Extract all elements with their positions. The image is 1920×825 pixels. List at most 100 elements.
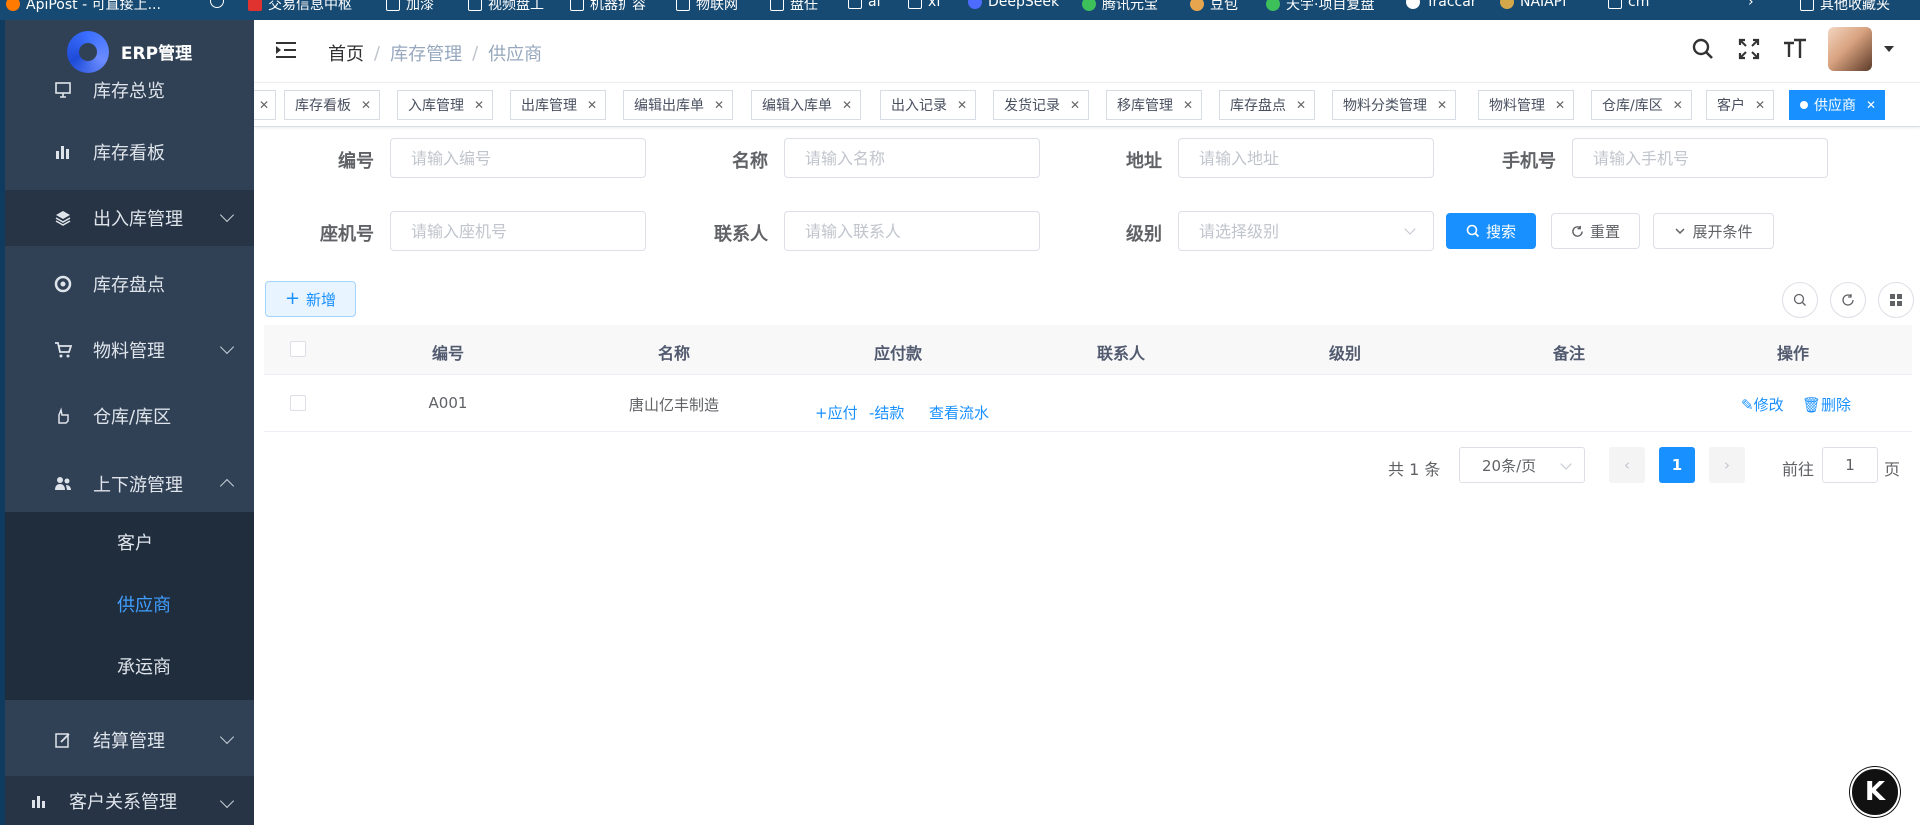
bookmark-item[interactable]: NAIAPI [1500, 0, 1566, 10]
tag-item[interactable]: 库存看板 ✕ [284, 90, 381, 120]
name-input[interactable] [784, 138, 1040, 178]
bookmark-item[interactable]: 交易信息中枢 [248, 0, 352, 14]
tag-item[interactable]: 库存盘点 ✕ [1219, 90, 1316, 120]
row-checkbox[interactable] [290, 395, 306, 411]
code-input[interactable] [390, 138, 646, 178]
sidebar-item-stocktaking[interactable]: 库存盘点 [5, 256, 254, 312]
page-number-button[interactable]: 1 [1659, 447, 1695, 483]
floating-k-button[interactable]: K [1850, 767, 1900, 817]
sidebar-subitem-customer[interactable]: 客户 [5, 512, 254, 572]
toggle-search-icon[interactable] [1782, 282, 1818, 318]
tag-item[interactable]: ✕ [254, 90, 276, 120]
edit-link[interactable]: ✎修改 [1741, 394, 1784, 415]
address-input[interactable] [1178, 138, 1434, 178]
tag-item[interactable]: 物料分类管理 ✕ [1332, 90, 1457, 120]
avatar[interactable] [1828, 27, 1872, 71]
close-icon[interactable]: ✕ [1555, 98, 1565, 112]
bookmark-item[interactable]: Traccar [1406, 0, 1477, 10]
tag-item-active[interactable]: 供应商 ✕ [1789, 90, 1886, 120]
close-icon[interactable]: ✕ [259, 98, 269, 112]
bookmark-item[interactable]: 盘任 [770, 0, 818, 14]
sidebar-item-settlement[interactable]: 结算管理 [5, 712, 254, 768]
tag-item[interactable]: 出库管理 ✕ [510, 90, 607, 120]
tag-item[interactable]: 物料管理 ✕ [1478, 90, 1575, 120]
sidebar-item-warehouse[interactable]: 仓库/库区 [5, 388, 254, 444]
search-icon[interactable] [1690, 36, 1716, 62]
close-icon[interactable]: ✕ [714, 98, 724, 112]
sidebar-item-inventory-overview[interactable]: 库存总览 [5, 62, 254, 118]
expand-conditions-button[interactable]: 展开条件 [1653, 213, 1774, 249]
close-icon[interactable]: ✕ [1755, 98, 1765, 112]
prev-page-button[interactable]: ‹ [1609, 447, 1645, 483]
chevron-down-icon [219, 339, 235, 355]
bookmark-item[interactable]: DeepSeek [968, 0, 1059, 10]
phone-input[interactable] [390, 211, 646, 251]
breadcrumb: 首页 / 库存管理 / 供应商 [328, 40, 542, 66]
bookmark-item[interactable]: ApiPost - 可直接上... [6, 0, 161, 14]
bookmark-item[interactable]: 腾讯元宝 [1082, 0, 1158, 14]
columns-grid-icon[interactable] [1878, 282, 1914, 318]
view-flow-link[interactable]: 查看流水 [929, 402, 989, 423]
close-icon[interactable]: ✕ [1437, 98, 1447, 112]
bookmark-item[interactable]: 豆包 [1190, 0, 1238, 14]
search-button[interactable]: 搜索 [1446, 213, 1536, 249]
bookmark-item[interactable]: 机器扩容 [570, 0, 646, 14]
close-icon[interactable]: ✕ [587, 98, 597, 112]
delete-link[interactable]: 🗑删除 [1802, 394, 1851, 415]
level-select[interactable] [1178, 211, 1434, 251]
sidebar-item-stock-in-out[interactable]: 出入库管理 [5, 190, 254, 246]
bookmark-item[interactable]: cm [1608, 0, 1649, 10]
bookmark-item[interactable]: 视频盘工 [468, 0, 544, 14]
edit-icon [53, 730, 73, 750]
settle-link[interactable]: -结款 [869, 402, 904, 423]
next-page-button[interactable]: › [1709, 447, 1745, 483]
tag-item[interactable]: 编辑入库单 ✕ [751, 90, 862, 120]
column-header: 操作 [1776, 344, 1810, 363]
tag-item[interactable]: 客户 ✕ [1706, 90, 1775, 120]
sidebar-item-inventory-board[interactable]: 库存看板 [5, 124, 254, 180]
close-icon[interactable]: ✕ [1673, 98, 1683, 112]
bookmark-item[interactable]: 其他收藏夹 [1800, 0, 1890, 14]
close-icon[interactable]: ✕ [1296, 98, 1306, 112]
bookmark-item[interactable]: xf [908, 0, 941, 10]
select-all-checkbox[interactable] [290, 341, 306, 357]
close-icon[interactable]: ✕ [1070, 98, 1080, 112]
add-payable-link[interactable]: +应付 [815, 402, 858, 423]
page-jump-input[interactable]: 1 [1822, 447, 1878, 483]
add-button[interactable]: + 新增 [265, 281, 356, 317]
bookmark-item[interactable]: ai [848, 0, 880, 10]
close-icon[interactable]: ✕ [1866, 98, 1876, 112]
contact-input[interactable] [784, 211, 1040, 251]
tag-item[interactable]: 移库管理 ✕ [1106, 90, 1203, 120]
close-icon[interactable]: ✕ [842, 98, 852, 112]
breadcrumb-home[interactable]: 首页 [328, 40, 364, 66]
bookmark-item[interactable]: 天宇·项目复盘 [1266, 0, 1374, 14]
tag-item[interactable]: 仓库/库区 ✕ [1591, 90, 1692, 120]
page-size-select[interactable]: 20条/页 [1459, 447, 1585, 483]
mobile-input[interactable] [1572, 138, 1828, 178]
tag-item[interactable]: 编辑出库单 ✕ [623, 90, 734, 120]
tag-item[interactable]: 出入记录 ✕ [880, 90, 977, 120]
globe-icon [210, 0, 224, 8]
sidebar-subitem-supplier[interactable]: 供应商 [5, 574, 254, 634]
bookmark-item[interactable] [210, 0, 224, 8]
fullscreen-icon[interactable] [1736, 36, 1762, 62]
tag-item[interactable]: 发货记录 ✕ [993, 90, 1090, 120]
menu-toggle-icon[interactable] [276, 40, 298, 60]
sidebar-item-material[interactable]: 物料管理 [5, 322, 254, 378]
close-icon[interactable]: ✕ [361, 98, 371, 112]
bookmark-item[interactable]: 物联网 [676, 0, 738, 14]
reset-button[interactable]: 重置 [1551, 213, 1640, 249]
font-size-icon[interactable] [1782, 36, 1808, 62]
close-icon[interactable]: ✕ [1183, 98, 1193, 112]
close-icon[interactable]: ✕ [474, 98, 484, 112]
close-icon[interactable]: ✕ [957, 98, 967, 112]
tag-item[interactable]: 入库管理 ✕ [397, 90, 494, 120]
sidebar-subitem-carrier[interactable]: 承运商 [5, 636, 254, 696]
refresh-icon[interactable] [1830, 282, 1866, 318]
caret-down-icon[interactable] [1884, 46, 1894, 52]
bookmarks-more-icon[interactable]: › [1748, 0, 1754, 10]
bookmark-item[interactable]: 加漆 [386, 0, 434, 14]
sidebar-item-crm[interactable]: 客户关系管理 [5, 776, 254, 825]
sidebar-item-upstream-downstream[interactable]: 上下游管理 [5, 456, 254, 512]
